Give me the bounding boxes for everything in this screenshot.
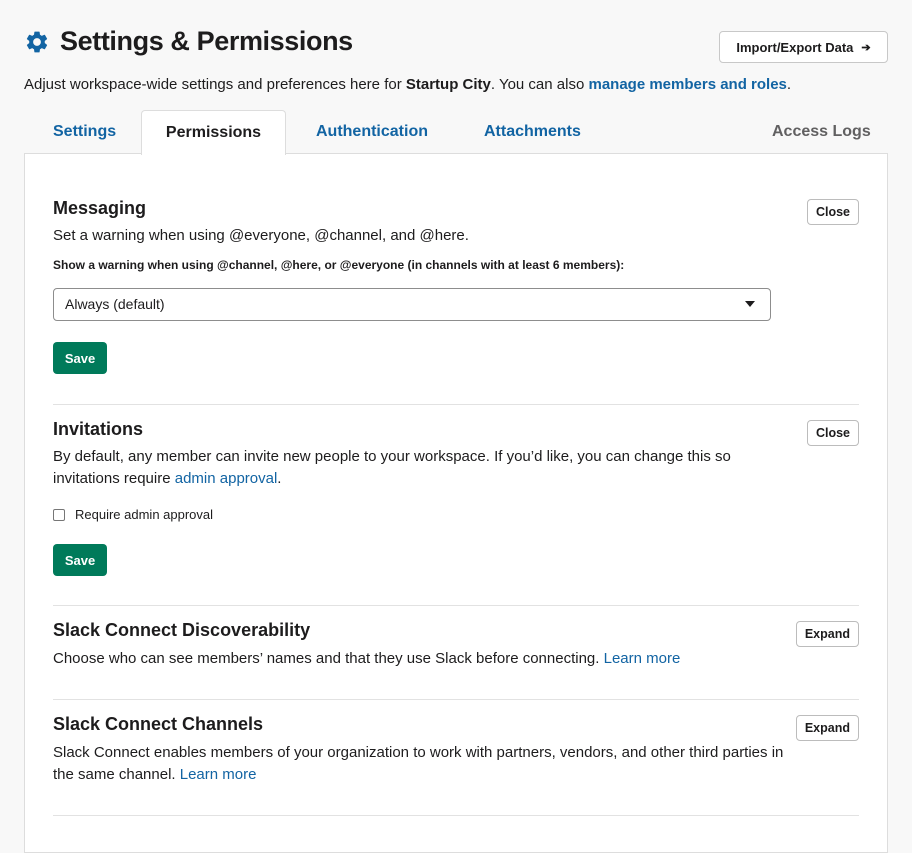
channels-title: Slack Connect Channels [53,714,264,734]
section-divider [53,605,859,606]
channels-learn-more-link[interactable]: Learn more [180,766,257,783]
permissions-panel: Messaging Close Set a warning when using… [24,153,888,853]
tab-settings[interactable]: Settings [53,110,116,154]
discoverability-expand-button[interactable]: Expand [795,621,859,647]
warning-select-value: Always (default) [65,296,165,312]
gear-icon [26,31,48,52]
tab-permissions[interactable]: Permissions [141,110,286,155]
discoverability-title: Slack Connect Discoverability [53,620,311,640]
discoverability-description: Choose who can see members’ names and th… [53,648,859,670]
warning-select[interactable]: Always (default) [53,288,771,321]
section-divider [53,404,859,405]
page-title: Settings & Permissions [60,26,353,56]
section-divider [53,699,859,700]
admin-approval-link[interactable]: admin approval [175,470,278,487]
channels-description: Slack Connect enables members of your or… [53,742,793,786]
discoverability-learn-more-link[interactable]: Learn more [604,650,681,667]
channels-description-text: Slack Connect enables members of your or… [53,744,784,783]
invitations-description: By default, any member can invite new pe… [53,446,793,490]
messaging-section: Messaging Close Set a warning when using… [53,198,859,272]
discoverability-description-text: Choose who can see members’ names and th… [53,650,600,667]
import-export-label: Import/Export Data [736,39,854,55]
require-approval-label: Require admin approval [75,507,214,522]
page-header: Settings & Permissions [24,26,353,57]
require-approval-checkbox[interactable] [53,508,65,521]
invitations-description-suffix: . [277,470,282,487]
arrow-right-icon: ➔ [861,41,871,54]
messaging-close-button[interactable]: Close [806,199,859,225]
tab-access-logs[interactable]: Access Logs [772,110,871,154]
messaging-field-label: Show a warning when using @channel, @her… [53,258,625,272]
page-subtitle: Adjust workspace-wide settings and prefe… [24,76,791,93]
messaging-description: Set a warning when using @everyone, @cha… [53,227,469,244]
section-divider [53,815,859,816]
import-export-button[interactable]: Import/Export Data ➔ [719,31,888,63]
workspace-name: Startup City [405,76,491,93]
invitations-close-button[interactable]: Close [806,420,859,446]
subtitle-suffix: . [786,76,792,93]
messaging-title: Messaging [53,198,147,218]
discoverability-section: Slack Connect Discoverability Expand Cho… [53,620,859,670]
tab-authentication[interactable]: Authentication [316,110,428,154]
channels-expand-button[interactable]: Expand [795,715,859,741]
channels-section: Slack Connect Channels Expand Slack Conn… [53,714,859,786]
invitations-save-button[interactable]: Save [53,544,107,576]
invitations-description-text: By default, any member can invite new pe… [53,448,731,487]
caret-down-icon [745,301,755,307]
invitations-section: Invitations Close By default, any member… [53,419,859,490]
require-approval-row[interactable]: Require admin approval [53,507,213,522]
messaging-save-button[interactable]: Save [53,342,107,374]
tab-attachments[interactable]: Attachments [484,110,581,154]
settings-tabs: Settings Permissions Authentication Atta… [24,110,888,155]
manage-members-link[interactable]: manage members and roles [588,76,786,93]
invitations-title: Invitations [53,419,144,439]
subtitle-prefix: Adjust workspace-wide settings and prefe… [24,76,406,93]
subtitle-middle: . You can also [490,76,589,93]
